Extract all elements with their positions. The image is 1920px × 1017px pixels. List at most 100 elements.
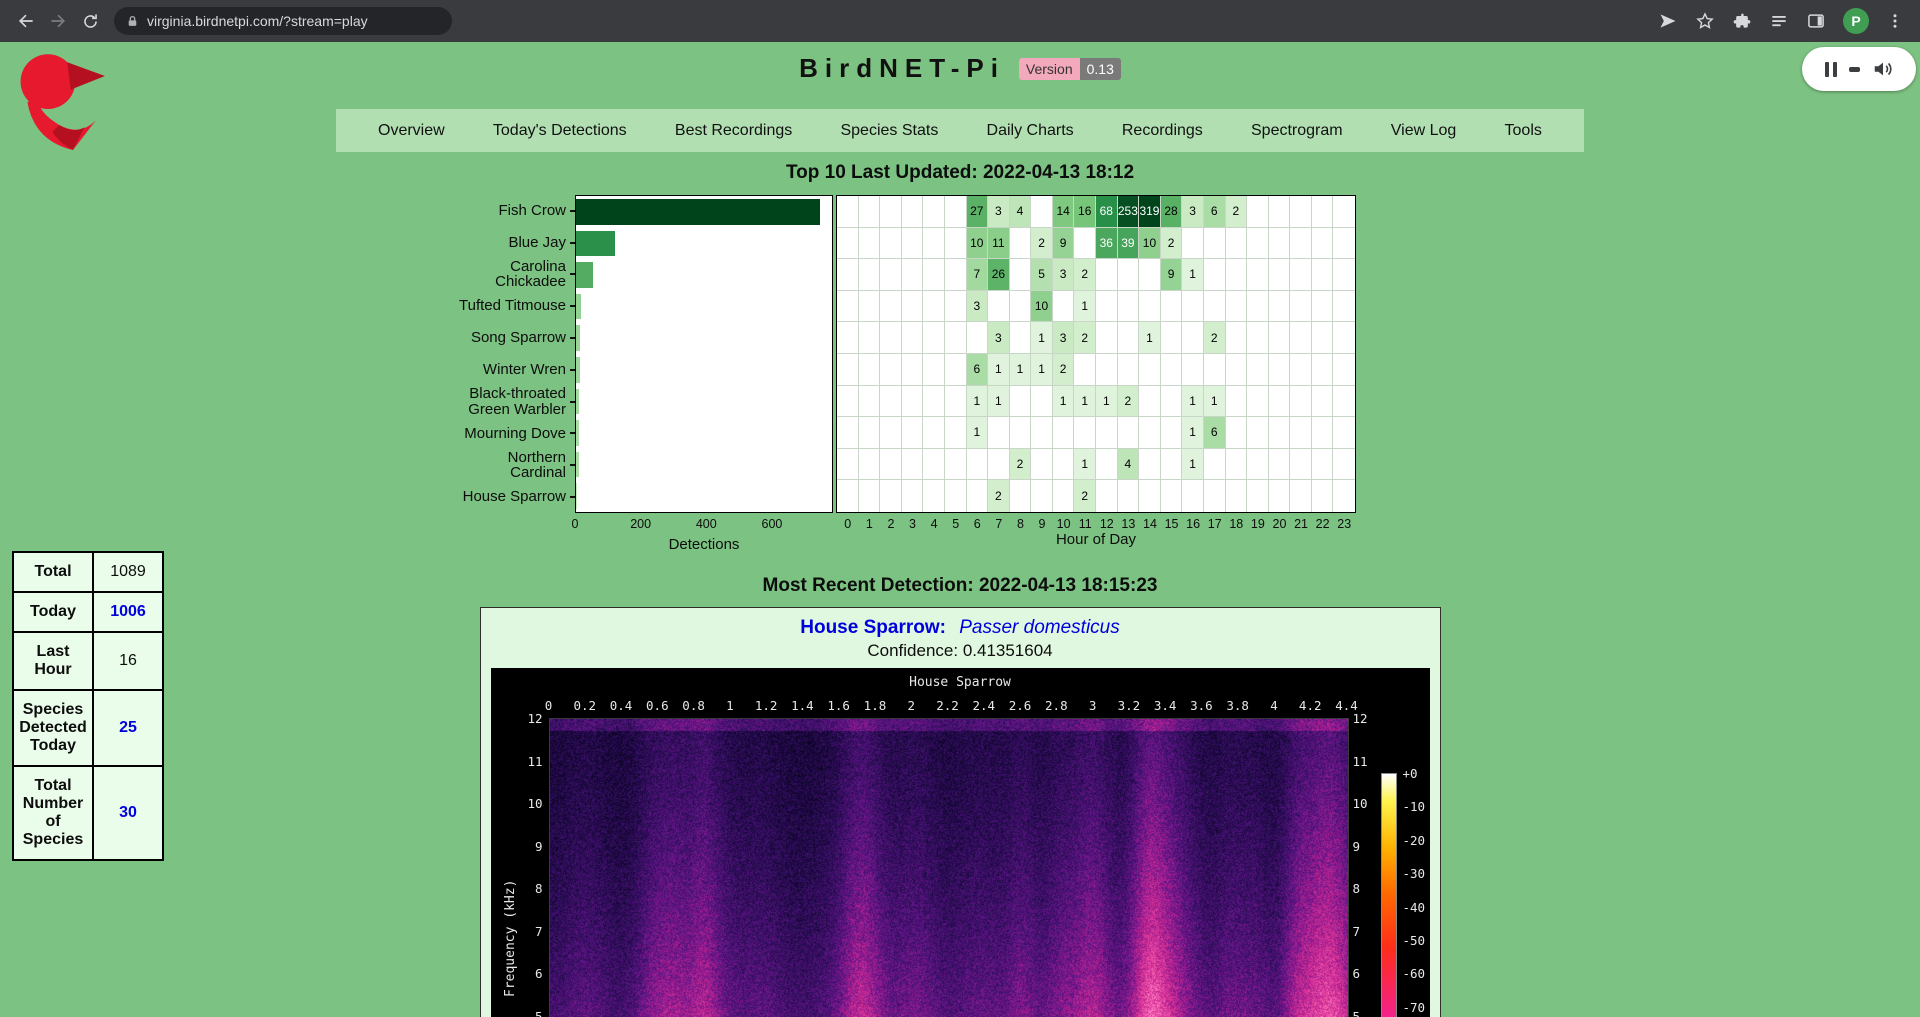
heatmap-cell bbox=[1290, 259, 1312, 291]
time-tick: 1.2 bbox=[755, 698, 778, 713]
nav-item-daily-charts[interactable]: Daily Charts bbox=[987, 122, 1074, 140]
species-label: Fish Crow bbox=[453, 195, 575, 227]
heatmap-cell bbox=[837, 354, 859, 386]
hour-tick: 8 bbox=[1017, 517, 1024, 531]
heatmap-cell bbox=[1333, 449, 1355, 481]
heatmap-cell: 39 bbox=[1118, 228, 1140, 260]
kebab-menu-icon[interactable] bbox=[1886, 12, 1904, 30]
heatmap-cell bbox=[1010, 228, 1032, 260]
time-tick: 3.4 bbox=[1154, 698, 1177, 713]
pause-button[interactable] bbox=[1825, 62, 1837, 77]
stats-row: Total1089 bbox=[13, 552, 163, 592]
bar-x-tick: 0 bbox=[572, 517, 579, 531]
heatmap-cell bbox=[902, 417, 924, 449]
bar-x-tick: 200 bbox=[630, 517, 651, 531]
heatmap-cell bbox=[880, 449, 902, 481]
time-tick: 4.2 bbox=[1299, 698, 1322, 713]
nav-item-view-log[interactable]: View Log bbox=[1391, 122, 1457, 140]
heatmap-cell bbox=[859, 386, 881, 418]
confidence-label: Confidence: bbox=[867, 641, 958, 660]
time-tick: 0.8 bbox=[682, 698, 705, 713]
hour-tick: 18 bbox=[1229, 517, 1243, 531]
stat-value[interactable]: 30 bbox=[93, 766, 163, 860]
heatmap-cell bbox=[1031, 196, 1053, 228]
heatmap-cell bbox=[902, 354, 924, 386]
species-label: House Sparrow bbox=[453, 481, 575, 513]
heatmap-cell: 253 bbox=[1118, 196, 1140, 228]
hourly-heatmap: 2734141668253319283621011293639102726532… bbox=[836, 195, 1356, 513]
heatmap-cell bbox=[1247, 291, 1269, 323]
profile-avatar[interactable]: P bbox=[1843, 8, 1869, 34]
heatmap-cell bbox=[1247, 322, 1269, 354]
stat-label: Today bbox=[13, 592, 93, 632]
heatmap-cell: 3 bbox=[1182, 196, 1204, 228]
nav-item-species-stats[interactable]: Species Stats bbox=[840, 122, 938, 140]
nav-item-recordings[interactable]: Recordings bbox=[1122, 122, 1203, 140]
heatmap-cell bbox=[1247, 196, 1269, 228]
freq-tick: 9 bbox=[1353, 839, 1377, 854]
browser-reload-button[interactable] bbox=[74, 5, 106, 37]
nav-item-overview[interactable]: Overview bbox=[378, 122, 445, 140]
heatmap-cell bbox=[945, 228, 967, 260]
heatmap-cell bbox=[1290, 449, 1312, 481]
species-label: Blue Jay bbox=[453, 227, 575, 259]
detection-bar bbox=[576, 199, 820, 225]
menu-lines-icon[interactable] bbox=[1769, 11, 1789, 31]
stat-value[interactable]: 1006 bbox=[93, 592, 163, 632]
heatmap-cell bbox=[945, 322, 967, 354]
nav-item-best-recordings[interactable]: Best Recordings bbox=[675, 122, 792, 140]
hour-tick: 11 bbox=[1079, 517, 1092, 531]
heatmap-cell bbox=[1010, 259, 1032, 291]
heatmap-cell bbox=[837, 228, 859, 260]
species-label: Northern Cardinal bbox=[453, 449, 575, 481]
heatmap-cell bbox=[1226, 449, 1248, 481]
heatmap-cell bbox=[1031, 386, 1053, 418]
heatmap-cell: 1 bbox=[1182, 386, 1204, 418]
heatmap-cell bbox=[1118, 291, 1140, 323]
nav-item-spectrogram[interactable]: Spectrogram bbox=[1251, 122, 1343, 140]
heatmap-cell bbox=[1096, 259, 1118, 291]
heatmap-cell bbox=[880, 259, 902, 291]
heatmap-cell bbox=[837, 386, 859, 418]
send-icon[interactable] bbox=[1658, 11, 1678, 31]
stat-value[interactable]: 25 bbox=[93, 690, 163, 766]
heatmap-cell bbox=[923, 322, 945, 354]
heatmap-cell: 1 bbox=[1074, 449, 1096, 481]
detection-common-name[interactable]: House Sparrow: bbox=[800, 617, 946, 638]
heatmap-cell: 68 bbox=[1096, 196, 1118, 228]
hour-tick: 13 bbox=[1121, 517, 1135, 531]
stat-label: Last Hour bbox=[13, 632, 93, 690]
heatmap-cell: 1 bbox=[1182, 449, 1204, 481]
heatmap-cell: 36 bbox=[1096, 228, 1118, 260]
browser-back-button[interactable] bbox=[10, 5, 42, 37]
side-panel-icon[interactable] bbox=[1806, 11, 1826, 31]
detection-bar bbox=[576, 294, 581, 320]
browser-forward-button[interactable] bbox=[42, 5, 74, 37]
heatmap-cell: 1 bbox=[1139, 322, 1161, 354]
heatmap-cell bbox=[859, 228, 881, 260]
version-value: 0.13 bbox=[1080, 58, 1121, 80]
bookmark-star-icon[interactable] bbox=[1695, 11, 1715, 31]
heatmap-cell: 3 bbox=[1053, 259, 1075, 291]
birdnetpi-page: BirdNET-Pi Version 0.13 Overview Today's… bbox=[0, 42, 1920, 1017]
heatmap-cell: 2 bbox=[1053, 354, 1075, 386]
audio-timeline[interactable] bbox=[1849, 67, 1860, 72]
time-tick: 0.2 bbox=[573, 698, 596, 713]
heatmap-cell bbox=[945, 291, 967, 323]
heatmap-cell bbox=[1312, 291, 1334, 323]
heatmap-cell bbox=[837, 417, 859, 449]
heatmap-cell bbox=[1096, 449, 1118, 481]
extensions-puzzle-icon[interactable] bbox=[1732, 11, 1752, 31]
nav-item-tools[interactable]: Tools bbox=[1505, 122, 1542, 140]
freq-tick: 6 bbox=[519, 966, 543, 981]
nav-item-todays-detections[interactable]: Today's Detections bbox=[493, 122, 627, 140]
heatmap-cell bbox=[880, 354, 902, 386]
heatmap-cell: 27 bbox=[967, 196, 989, 228]
volume-icon[interactable] bbox=[1872, 58, 1894, 80]
heatmap-cell bbox=[1312, 259, 1334, 291]
heatmap-cell bbox=[880, 480, 902, 512]
address-bar[interactable]: virginia.birdnetpi.com/?stream=play bbox=[114, 7, 452, 35]
freq-tick: 9 bbox=[519, 839, 543, 854]
heatmap-cell bbox=[1290, 228, 1312, 260]
detection-bar bbox=[576, 483, 577, 509]
